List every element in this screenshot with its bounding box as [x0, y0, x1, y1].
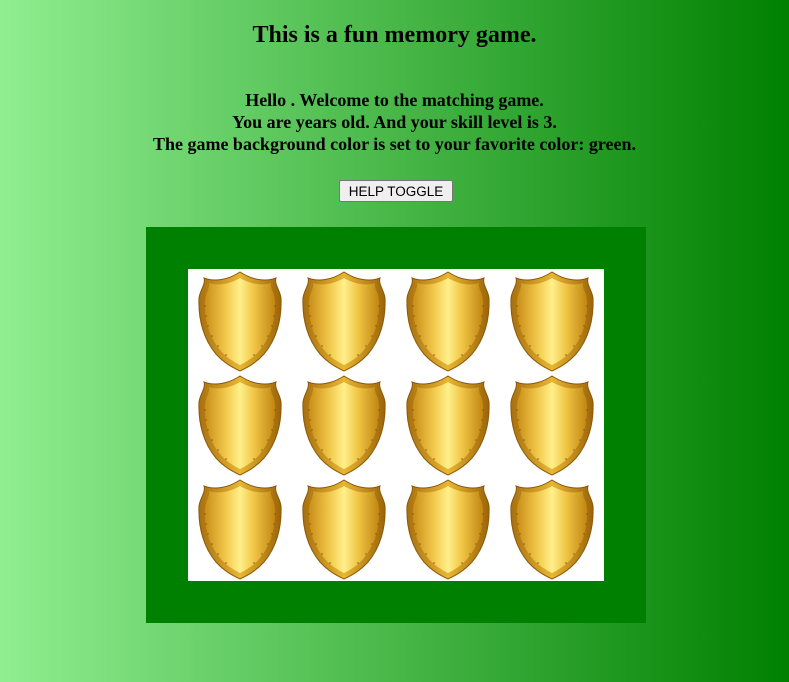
memory-card[interactable]: [396, 373, 500, 477]
game-board: [146, 227, 646, 623]
age-skill-line: You are years old. And your skill level …: [232, 112, 557, 132]
gold-shield-icon: [198, 479, 282, 580]
memory-card[interactable]: [188, 269, 292, 373]
memory-card[interactable]: [188, 373, 292, 477]
gold-shield-icon: [302, 375, 386, 476]
gold-shield-icon: [406, 375, 490, 476]
gold-shield-icon: [198, 271, 282, 372]
help-toggle-button[interactable]: HELP TOGGLE: [339, 180, 453, 202]
welcome-message: Hello . Welcome to the matching game. Yo…: [0, 89, 789, 155]
card-grid: [188, 269, 604, 581]
gold-shield-icon: [198, 375, 282, 476]
gold-shield-icon: [510, 375, 594, 476]
color-line: The game background color is set to your…: [152, 134, 637, 154]
memory-card[interactable]: [500, 269, 604, 373]
memory-card[interactable]: [292, 269, 396, 373]
greeting-line: Hello . Welcome to the matching game.: [245, 90, 544, 110]
memory-card[interactable]: [500, 373, 604, 477]
gold-shield-icon: [510, 271, 594, 372]
memory-card[interactable]: [396, 477, 500, 581]
memory-card[interactable]: [396, 269, 500, 373]
gold-shield-icon: [406, 271, 490, 372]
gold-shield-icon: [406, 479, 490, 580]
memory-card[interactable]: [500, 477, 604, 581]
memory-card[interactable]: [292, 373, 396, 477]
gold-shield-icon: [302, 479, 386, 580]
page-title: This is a fun memory game.: [252, 22, 537, 48]
gold-shield-icon: [510, 479, 594, 580]
memory-card[interactable]: [292, 477, 396, 581]
memory-card[interactable]: [188, 477, 292, 581]
gold-shield-icon: [302, 271, 386, 372]
